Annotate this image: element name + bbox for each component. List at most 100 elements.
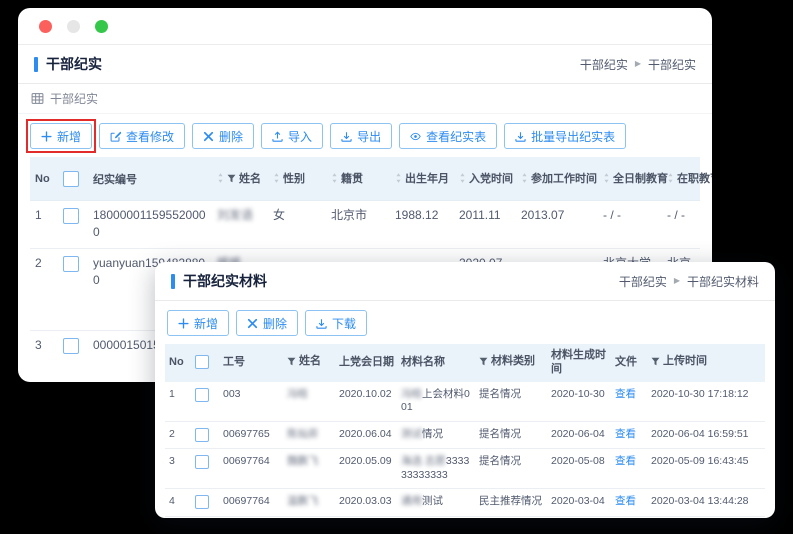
cell-text: 冯晗 — [287, 388, 308, 400]
cell-name: 刘发语 — [212, 201, 268, 249]
cell-select — [58, 331, 88, 382]
batch-export-record-table-button[interactable]: 批量导出纪实表 — [504, 123, 626, 149]
cell-material-name: 测试情况 — [397, 421, 475, 448]
column-header-native-place[interactable]: 籍贯 — [326, 157, 390, 201]
column-header-material-category[interactable]: 材料类别 — [475, 344, 547, 382]
cell-select — [191, 421, 219, 448]
column-label: No — [169, 356, 184, 370]
row-checkbox[interactable] — [63, 256, 79, 272]
cell-material-name: 某某会议纪要 — [397, 516, 475, 518]
page-title: 干部纪实材料 — [183, 271, 267, 291]
table-row: 1003冯晗2020.10.02冯晗上会材料001提名情况2020-10-30查… — [165, 382, 765, 422]
traffic-zoom-button[interactable] — [95, 20, 108, 33]
title-accent-bar — [34, 57, 38, 72]
column-label: 材料生成时间 — [551, 349, 606, 375]
column-header-name[interactable]: 姓名 — [283, 344, 335, 382]
column-label: 籍贯 — [341, 170, 363, 186]
eye-icon — [410, 131, 421, 142]
column-header-party-join-time[interactable]: 入党时间 — [454, 157, 516, 201]
column-label: 姓名 — [299, 355, 321, 369]
view-link[interactable]: 查看 — [615, 428, 636, 440]
select-all-checkbox[interactable] — [195, 355, 209, 369]
column-header-upload-time[interactable]: 上传时间 — [647, 344, 765, 382]
column-label: 参加工作时间 — [531, 170, 597, 186]
cell-text: 海选 志愿 — [401, 455, 446, 467]
view-link[interactable]: 查看 — [615, 455, 636, 467]
cell-text: 魏鹏飞 — [287, 455, 319, 467]
table-header-row: No 工号 姓名 上党会日期材料名称 材料类别材料生成时间文件上传时间 — [165, 344, 765, 382]
column-header-onjob-education[interactable]: 在职教育 — [662, 157, 700, 201]
column-header-file: 文件 — [611, 344, 647, 382]
cell-birth: 1988.12 — [390, 201, 454, 249]
cell-material-category: 提名情况 — [475, 421, 547, 448]
column-header-birth[interactable]: 出生年月 — [390, 157, 454, 201]
sort-icon — [603, 172, 610, 184]
row-checkbox[interactable] — [195, 455, 209, 469]
column-header-work-start-time[interactable]: 参加工作时间 — [516, 157, 598, 201]
edit-icon — [110, 131, 121, 142]
screen: 干部纪实 干部纪实▶干部纪实 干部纪实 新增查看修改删除导入导出查看纪实表批量导… — [0, 0, 793, 534]
traffic-close-button[interactable] — [39, 20, 52, 33]
cell-upload-time: 2020-10-30 17:18:12 — [647, 382, 765, 422]
button-label: 新增 — [57, 128, 81, 145]
cell-employee-id: 00697764 — [219, 489, 283, 516]
breadcrumb-item[interactable]: 干部纪实 — [619, 273, 667, 290]
breadcrumb-item[interactable]: 干部纪实 — [580, 56, 628, 73]
close-icon — [203, 131, 214, 142]
title-accent-bar — [171, 274, 175, 289]
delete-button[interactable]: 删除 — [236, 310, 298, 336]
column-label: No — [35, 173, 50, 185]
download-button[interactable]: 下载 — [305, 310, 367, 336]
table-row: 1180000011595520000刘发语女北京市1988.122011.11… — [30, 201, 700, 249]
column-header-name[interactable]: 姓名 — [212, 157, 268, 201]
cell-name: 陈灿弈 — [283, 421, 335, 448]
cell-material-created-time: 2020-03-04 — [547, 489, 611, 516]
cell-file: 查看 — [611, 449, 647, 489]
view-link[interactable]: 查看 — [615, 388, 636, 400]
funnel-icon — [479, 357, 488, 366]
add-button[interactable]: 新增 — [30, 123, 92, 149]
sort-icon — [331, 172, 338, 184]
column-header-gender[interactable]: 性别 — [268, 157, 326, 201]
breadcrumb-item[interactable]: 干部纪实材料 — [687, 273, 759, 290]
cell-party-meeting-date: 2020.10.02 — [335, 382, 397, 422]
traffic-minimize-button[interactable] — [67, 20, 80, 33]
column-header-fulltime-education[interactable]: 全日制教育 — [598, 157, 662, 201]
cell-file: 查看 — [611, 382, 647, 422]
button-label: 查看纪实表 — [426, 128, 486, 145]
view-edit-button[interactable]: 查看修改 — [99, 123, 185, 149]
cell-select — [58, 201, 88, 249]
import-button[interactable]: 导入 — [261, 123, 323, 149]
view-link[interactable]: 查看 — [615, 495, 636, 507]
column-header-employee-id: 工号 — [219, 344, 283, 382]
column-label: 上党会日期 — [339, 356, 394, 370]
cell-text: 温鹏飞 — [287, 495, 319, 507]
cell-text: 测试 — [401, 428, 422, 440]
cell-select — [191, 516, 219, 518]
table-row: 300697764魏鹏飞2020.05.09海选 志愿333333333333提… — [165, 449, 765, 489]
cell-file: 查看 — [611, 489, 647, 516]
export-button[interactable]: 导出 — [330, 123, 392, 149]
add-button[interactable]: 新增 — [167, 310, 229, 336]
column-header-no: No — [30, 157, 58, 201]
column-header-select — [191, 344, 219, 382]
view-record-table-button[interactable]: 查看纪实表 — [399, 123, 497, 149]
column-label: 材料名称 — [401, 356, 445, 370]
cell-select — [191, 449, 219, 489]
button-label: 导出 — [357, 128, 381, 145]
row-checkbox[interactable] — [195, 428, 209, 442]
cell-no: 4 — [165, 489, 191, 516]
select-all-checkbox[interactable] — [63, 171, 79, 187]
delete-button[interactable]: 删除 — [192, 123, 254, 149]
row-checkbox[interactable] — [195, 495, 209, 509]
column-label: 姓名 — [239, 170, 261, 186]
section-title: 干部纪实 — [50, 90, 98, 107]
row-checkbox[interactable] — [63, 208, 79, 224]
cell-no: 5 — [165, 516, 191, 518]
row-checkbox[interactable] — [195, 388, 209, 402]
column-label: 出生年月 — [405, 170, 449, 186]
row-checkbox[interactable] — [63, 338, 79, 354]
page-title: 干部纪实 — [46, 54, 102, 74]
toolbar: 新增删除下载 — [155, 301, 775, 344]
breadcrumb-item[interactable]: 干部纪实 — [648, 56, 696, 73]
